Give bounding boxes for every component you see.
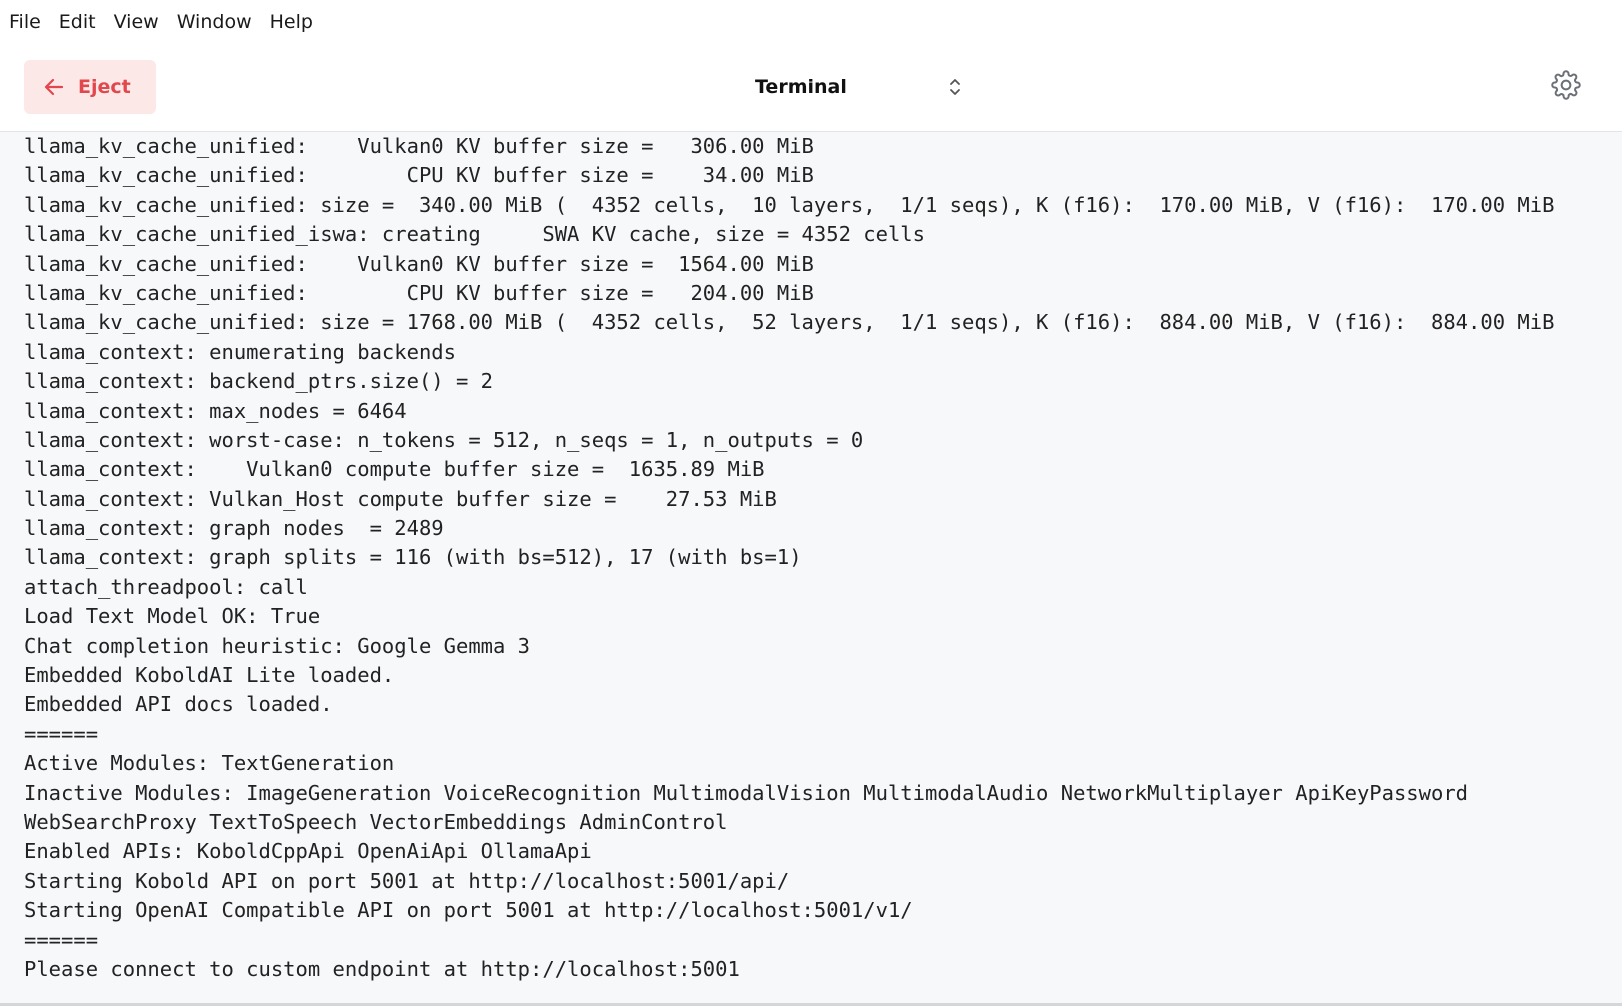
terminal-line: llama_kv_cache_unified: Vulkan0 KV buffe… [24, 134, 814, 158]
menu-window[interactable]: Window [177, 11, 252, 33]
terminal-line: llama_context: graph nodes = 2489 [24, 516, 444, 541]
terminal-line: llama_context: Vulkan0 compute buffer si… [24, 457, 765, 482]
terminal-line: Inactive Modules: ImageGeneration VoiceR… [24, 780, 1469, 805]
arrow-left-icon [44, 78, 64, 96]
terminal-line: Chat completion heuristic: Google Gemma … [24, 633, 531, 658]
menu-view[interactable]: View [114, 11, 159, 33]
terminal-line: llama_context: Vulkan_Host compute buffe… [24, 486, 777, 511]
terminal-line: attach_threadpool: call [24, 574, 308, 599]
terminal-line: Starting Kobold API on port 5001 at http… [24, 868, 790, 893]
terminal-line: llama_context: max_nodes = 6464 [24, 398, 407, 423]
terminal-line: WebSearchProxy TextToSpeech VectorEmbedd… [24, 809, 728, 834]
terminal-line: llama_context: enumerating backends [24, 339, 456, 364]
terminal-line: llama_kv_cache_unified: size = 340.00 Mi… [24, 192, 1555, 217]
toolbar: Eject Terminal [0, 44, 1622, 132]
terminal-line: Active Modules: TextGeneration [24, 751, 395, 776]
terminal-line: llama_context: backend_ptrs.size() = 2 [24, 369, 493, 394]
terminal-line: Enabled APIs: KoboldCppApi OpenAiApi Oll… [24, 839, 592, 864]
terminal-line: Load Text Model OK: True [24, 604, 321, 629]
menu-edit[interactable]: Edit [59, 11, 96, 33]
view-select[interactable]: Terminal [720, 62, 980, 112]
eject-button[interactable]: Eject [24, 60, 156, 114]
terminal-line: llama_kv_cache_unified_iswa: creating SW… [24, 222, 925, 247]
chevron-up-down-icon [950, 79, 960, 95]
terminal-line: llama_kv_cache_unified: size = 1768.00 M… [24, 310, 1555, 335]
terminal-line: llama_kv_cache_unified: CPU KV buffer si… [24, 280, 814, 305]
terminal-line: llama_kv_cache_unified: CPU KV buffer si… [24, 163, 814, 188]
view-select-value: Terminal [755, 76, 847, 98]
terminal-line: ====== [24, 721, 99, 746]
terminal-output[interactable]: llama_kv_cache_unified: Vulkan0 KV buffe… [0, 132, 1622, 1006]
menu-bar: File Edit View Window Help [0, 0, 1622, 44]
terminal-line: ====== [24, 927, 99, 952]
gear-icon [1551, 70, 1581, 100]
settings-button[interactable] [1551, 70, 1585, 104]
eject-label: Eject [78, 76, 131, 98]
terminal-line: Embedded API docs loaded. [24, 692, 333, 717]
terminal-line: llama_context: worst-case: n_tokens = 51… [24, 427, 864, 452]
menu-file[interactable]: File [9, 11, 41, 33]
terminal-line: llama_context: graph splits = 116 (with … [24, 545, 802, 570]
terminal-line: Starting OpenAI Compatible API on port 5… [24, 898, 913, 923]
terminal-line: llama_kv_cache_unified: Vulkan0 KV buffe… [24, 251, 814, 276]
menu-help[interactable]: Help [270, 11, 313, 33]
terminal-line: Embedded KoboldAI Lite loaded. [24, 663, 395, 688]
terminal-line: Please connect to custom endpoint at htt… [24, 956, 740, 981]
